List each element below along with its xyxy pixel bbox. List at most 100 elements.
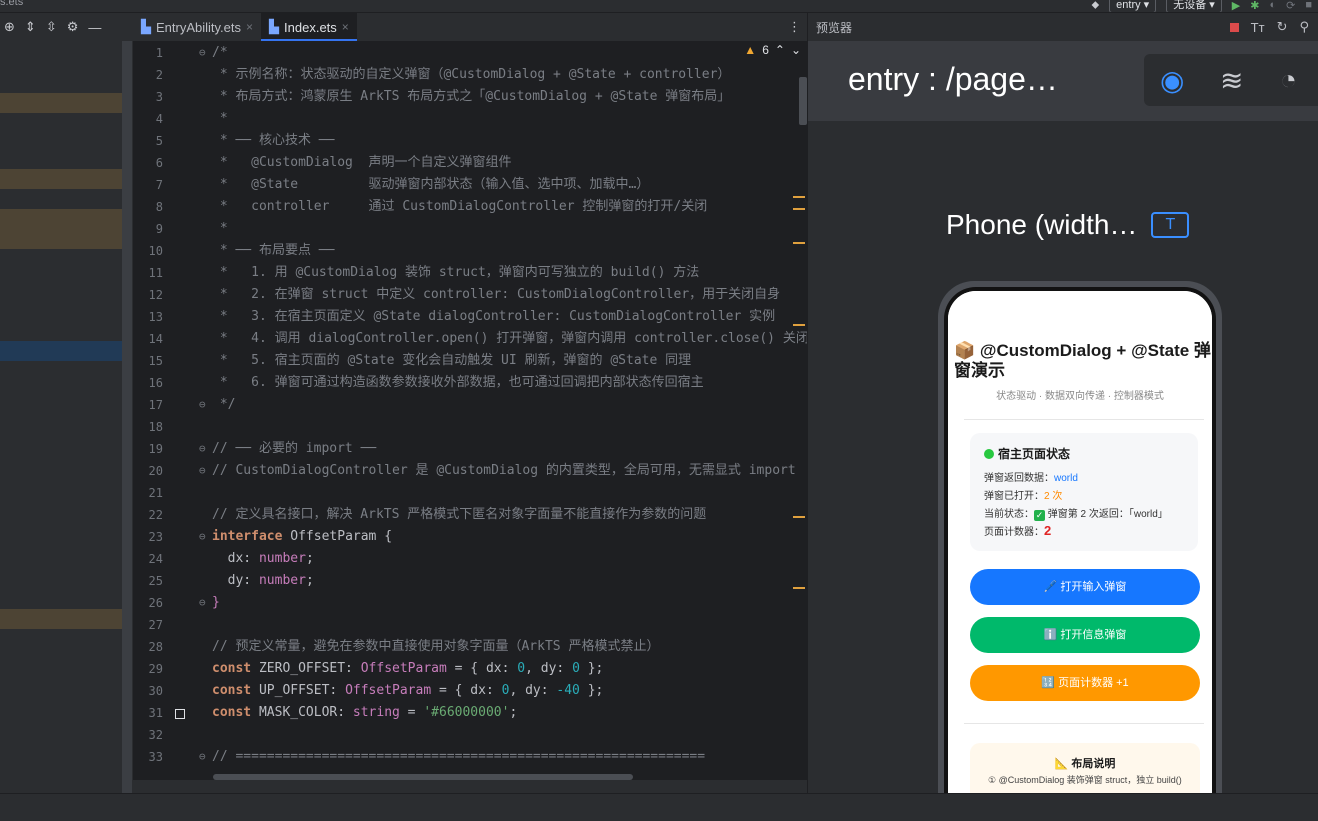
- tree-row-modified[interactable]: [0, 209, 132, 249]
- stop-icon[interactable]: ■: [1305, 0, 1312, 11]
- debug-icon[interactable]: ✱: [1250, 0, 1259, 12]
- ets-file-icon: ▙: [141, 19, 151, 34]
- fold-icon[interactable]: ⊖: [199, 526, 206, 548]
- code-line[interactable]: 3 * 布局方式：鸿蒙原生 ArkTS 布局方式之「@CustomDialog …: [133, 86, 807, 108]
- font-size-icon[interactable]: Tт: [1251, 20, 1265, 35]
- fold-icon[interactable]: ⊖: [199, 746, 206, 768]
- expand-all-icon[interactable]: ⇕: [25, 19, 36, 35]
- code-line[interactable]: 9 *: [133, 218, 807, 240]
- gear-icon[interactable]: ⚙: [67, 19, 79, 35]
- code-line[interactable]: 1 ⊖ /*: [133, 42, 807, 64]
- code-line[interactable]: 18: [133, 416, 807, 438]
- project-tree[interactable]: [0, 41, 132, 793]
- bookmark-icon[interactable]: [175, 709, 185, 719]
- more-icon[interactable]: ⋮: [788, 19, 801, 35]
- editor-hscroll-thumb[interactable]: [213, 774, 633, 780]
- code-text: dy: number;: [212, 570, 314, 592]
- row-value: 2 次: [1044, 491, 1063, 502]
- open-info-dialog-button[interactable]: ℹ️ 打开信息弹窗: [970, 617, 1200, 653]
- error-stripe-marker[interactable]: [793, 242, 805, 244]
- code-text: * 6. 弹窗可通过构造函数参数接收外部数据，也可通过回调把内部状态传回宿主: [212, 372, 704, 394]
- code-line[interactable]: 15 * 5. 宿主页面的 @State 变化会自动触发 UI 刷新，弹窗的 @…: [133, 350, 807, 372]
- code-line[interactable]: 25 dy: number;: [133, 570, 807, 592]
- fold-icon[interactable]: ⊖: [199, 460, 206, 482]
- code-line[interactable]: 24 dx: number;: [133, 548, 807, 570]
- close-icon[interactable]: ×: [342, 20, 349, 34]
- error-stripe-marker[interactable]: [793, 516, 805, 518]
- code-text: * @State 驱动弹窗内部状态（输入值、选中项、加载中…）: [212, 174, 650, 196]
- code-line[interactable]: 16 * 6. 弹窗可通过构造函数参数接收外部数据，也可通过回调把内部状态传回宿…: [133, 372, 807, 394]
- code-line[interactable]: 30 const UP_OFFSET: OffsetParam = { dx: 0…: [133, 680, 807, 702]
- code-line[interactable]: 4 *: [133, 108, 807, 130]
- code-area[interactable]: 1 ⊖ /* 2 * 示例名称：状态驱动的自定义弹窗（@CustomDialog + …: [133, 42, 807, 770]
- code-line[interactable]: 19 ⊖ // ── 必要的 import ──: [133, 438, 807, 460]
- code-line[interactable]: 21: [133, 482, 807, 504]
- stop-icon[interactable]: [1229, 22, 1239, 32]
- module-selector[interactable]: entry ▾: [1109, 0, 1157, 12]
- locate-icon[interactable]: ⊕: [4, 19, 15, 35]
- chevron-down-icon[interactable]: ⌄: [791, 43, 801, 57]
- code-text: interface OffsetParam {: [212, 526, 392, 548]
- pin-icon[interactable]: ⚲: [1299, 19, 1309, 35]
- text-icon[interactable]: T: [1151, 212, 1190, 238]
- project-scrollbar[interactable]: [122, 41, 132, 793]
- counter-increment-button[interactable]: 🔢 页面计数器 +1: [970, 665, 1200, 701]
- error-stripe-marker[interactable]: [793, 208, 805, 210]
- code-line[interactable]: 6 * @CustomDialog 声明一个自定义弹窗组件: [133, 152, 807, 174]
- code-line[interactable]: 13 * 3. 在宿主页面定义 @State dialogController:…: [133, 306, 807, 328]
- code-line[interactable]: 32: [133, 724, 807, 746]
- code-line[interactable]: 5 * ── 核心技术 ──: [133, 130, 807, 152]
- tree-row-modified[interactable]: [0, 169, 132, 189]
- run-icon[interactable]: ▶: [1232, 0, 1240, 12]
- fold-icon[interactable]: ⊖: [199, 42, 206, 64]
- tab-index[interactable]: ▙ Index.ets ×: [261, 13, 357, 41]
- code-line[interactable]: 28 // 预定义常量，避免在参数中直接使用对象字面量（ArkTS 严格模式禁止）: [133, 636, 807, 658]
- fold-icon[interactable]: ⊖: [199, 394, 206, 416]
- code-line[interactable]: 7 * @State 驱动弹窗内部状态（输入值、选中项、加载中…）: [133, 174, 807, 196]
- error-stripe-marker[interactable]: [793, 324, 805, 326]
- tab-entryability[interactable]: ▙ EntryAbility.ets ×: [133, 13, 261, 41]
- collapse-all-icon[interactable]: ⇳: [46, 19, 57, 35]
- layers-icon[interactable]: ≋: [1220, 64, 1243, 97]
- error-stripe-marker[interactable]: [793, 196, 805, 198]
- tree-row-selected[interactable]: [0, 341, 132, 361]
- device-selector[interactable]: 无设备 ▾: [1166, 0, 1222, 12]
- eye-icon[interactable]: ◔: [1280, 64, 1297, 96]
- chevron-up-icon[interactable]: ⌃: [775, 43, 785, 57]
- fold-icon[interactable]: ⊖: [199, 592, 206, 614]
- code-line[interactable]: 23 ⊖ interface OffsetParam {: [133, 526, 807, 548]
- code-line[interactable]: 29 const ZERO_OFFSET: OffsetParam = { dx:…: [133, 658, 807, 680]
- fold-icon[interactable]: ⊖: [199, 438, 206, 460]
- code-line[interactable]: 12 * 2. 在弹窗 struct 中定义 controller: Custo…: [133, 284, 807, 306]
- close-icon[interactable]: ×: [246, 20, 253, 34]
- code-line[interactable]: 22 // 定义具名接口，解决 ArkTS 严格模式下匿名对象字面量不能直接作为参…: [133, 504, 807, 526]
- row-label: 弹窗已打开：: [984, 491, 1044, 502]
- profile-icon[interactable]: ◐: [1269, 0, 1276, 11]
- code-line[interactable]: 26 ⊖}: [133, 592, 807, 614]
- refresh-icon[interactable]: ↻: [1277, 19, 1288, 35]
- code-text: /*: [212, 42, 228, 64]
- code-line[interactable]: 11 * 1. 用 @CustomDialog 装饰 struct，弹窗内可写独…: [133, 262, 807, 284]
- open-input-dialog-button[interactable]: 🖊️ 打开输入弹窗: [970, 569, 1200, 605]
- code-line[interactable]: 8 * controller 通过 CustomDialogController…: [133, 196, 807, 218]
- editor-vscroll-thumb[interactable]: [799, 77, 807, 125]
- hammer-icon[interactable]: ⬥: [1091, 0, 1099, 12]
- code-line[interactable]: 20 ⊖ // CustomDialogController 是 @CustomDi…: [133, 460, 807, 482]
- layout-text: ① @CustomDialog 装饰弹窗 struct，独立 build(): [988, 775, 1182, 785]
- code-line[interactable]: 10 * ── 布局要点 ──: [133, 240, 807, 262]
- code-line[interactable]: 14 * 4. 调用 dialogController.open() 打开弹窗，…: [133, 328, 807, 350]
- tree-row-modified[interactable]: [0, 93, 132, 113]
- tree-row-modified[interactable]: [0, 609, 132, 629]
- inspect-icon[interactable]: ◉: [1160, 64, 1184, 97]
- code-line[interactable]: 33 ⊖ // ==================================…: [133, 746, 807, 768]
- code-token: ZERO_OFFSET:: [251, 661, 361, 676]
- code-line[interactable]: 2 * 示例名称：状态驱动的自定义弹窗（@CustomDialog + @Sta…: [133, 64, 807, 86]
- code-line[interactable]: 31 const MASK_COLOR: string = '#66000000'…: [133, 702, 807, 724]
- code-token: // 预定义常量，避免在参数中直接使用对象字面量（ArkTS 严格模式禁止）: [212, 639, 660, 654]
- code-line[interactable]: 27: [133, 614, 807, 636]
- inspection-widget[interactable]: ▲ 6 ⌃ ⌄: [744, 43, 801, 57]
- attach-icon[interactable]: ⟳: [1286, 0, 1295, 12]
- minimize-icon[interactable]: —: [88, 20, 101, 35]
- code-line[interactable]: 17 ⊖ */: [133, 394, 807, 416]
- error-stripe-marker[interactable]: [793, 587, 805, 589]
